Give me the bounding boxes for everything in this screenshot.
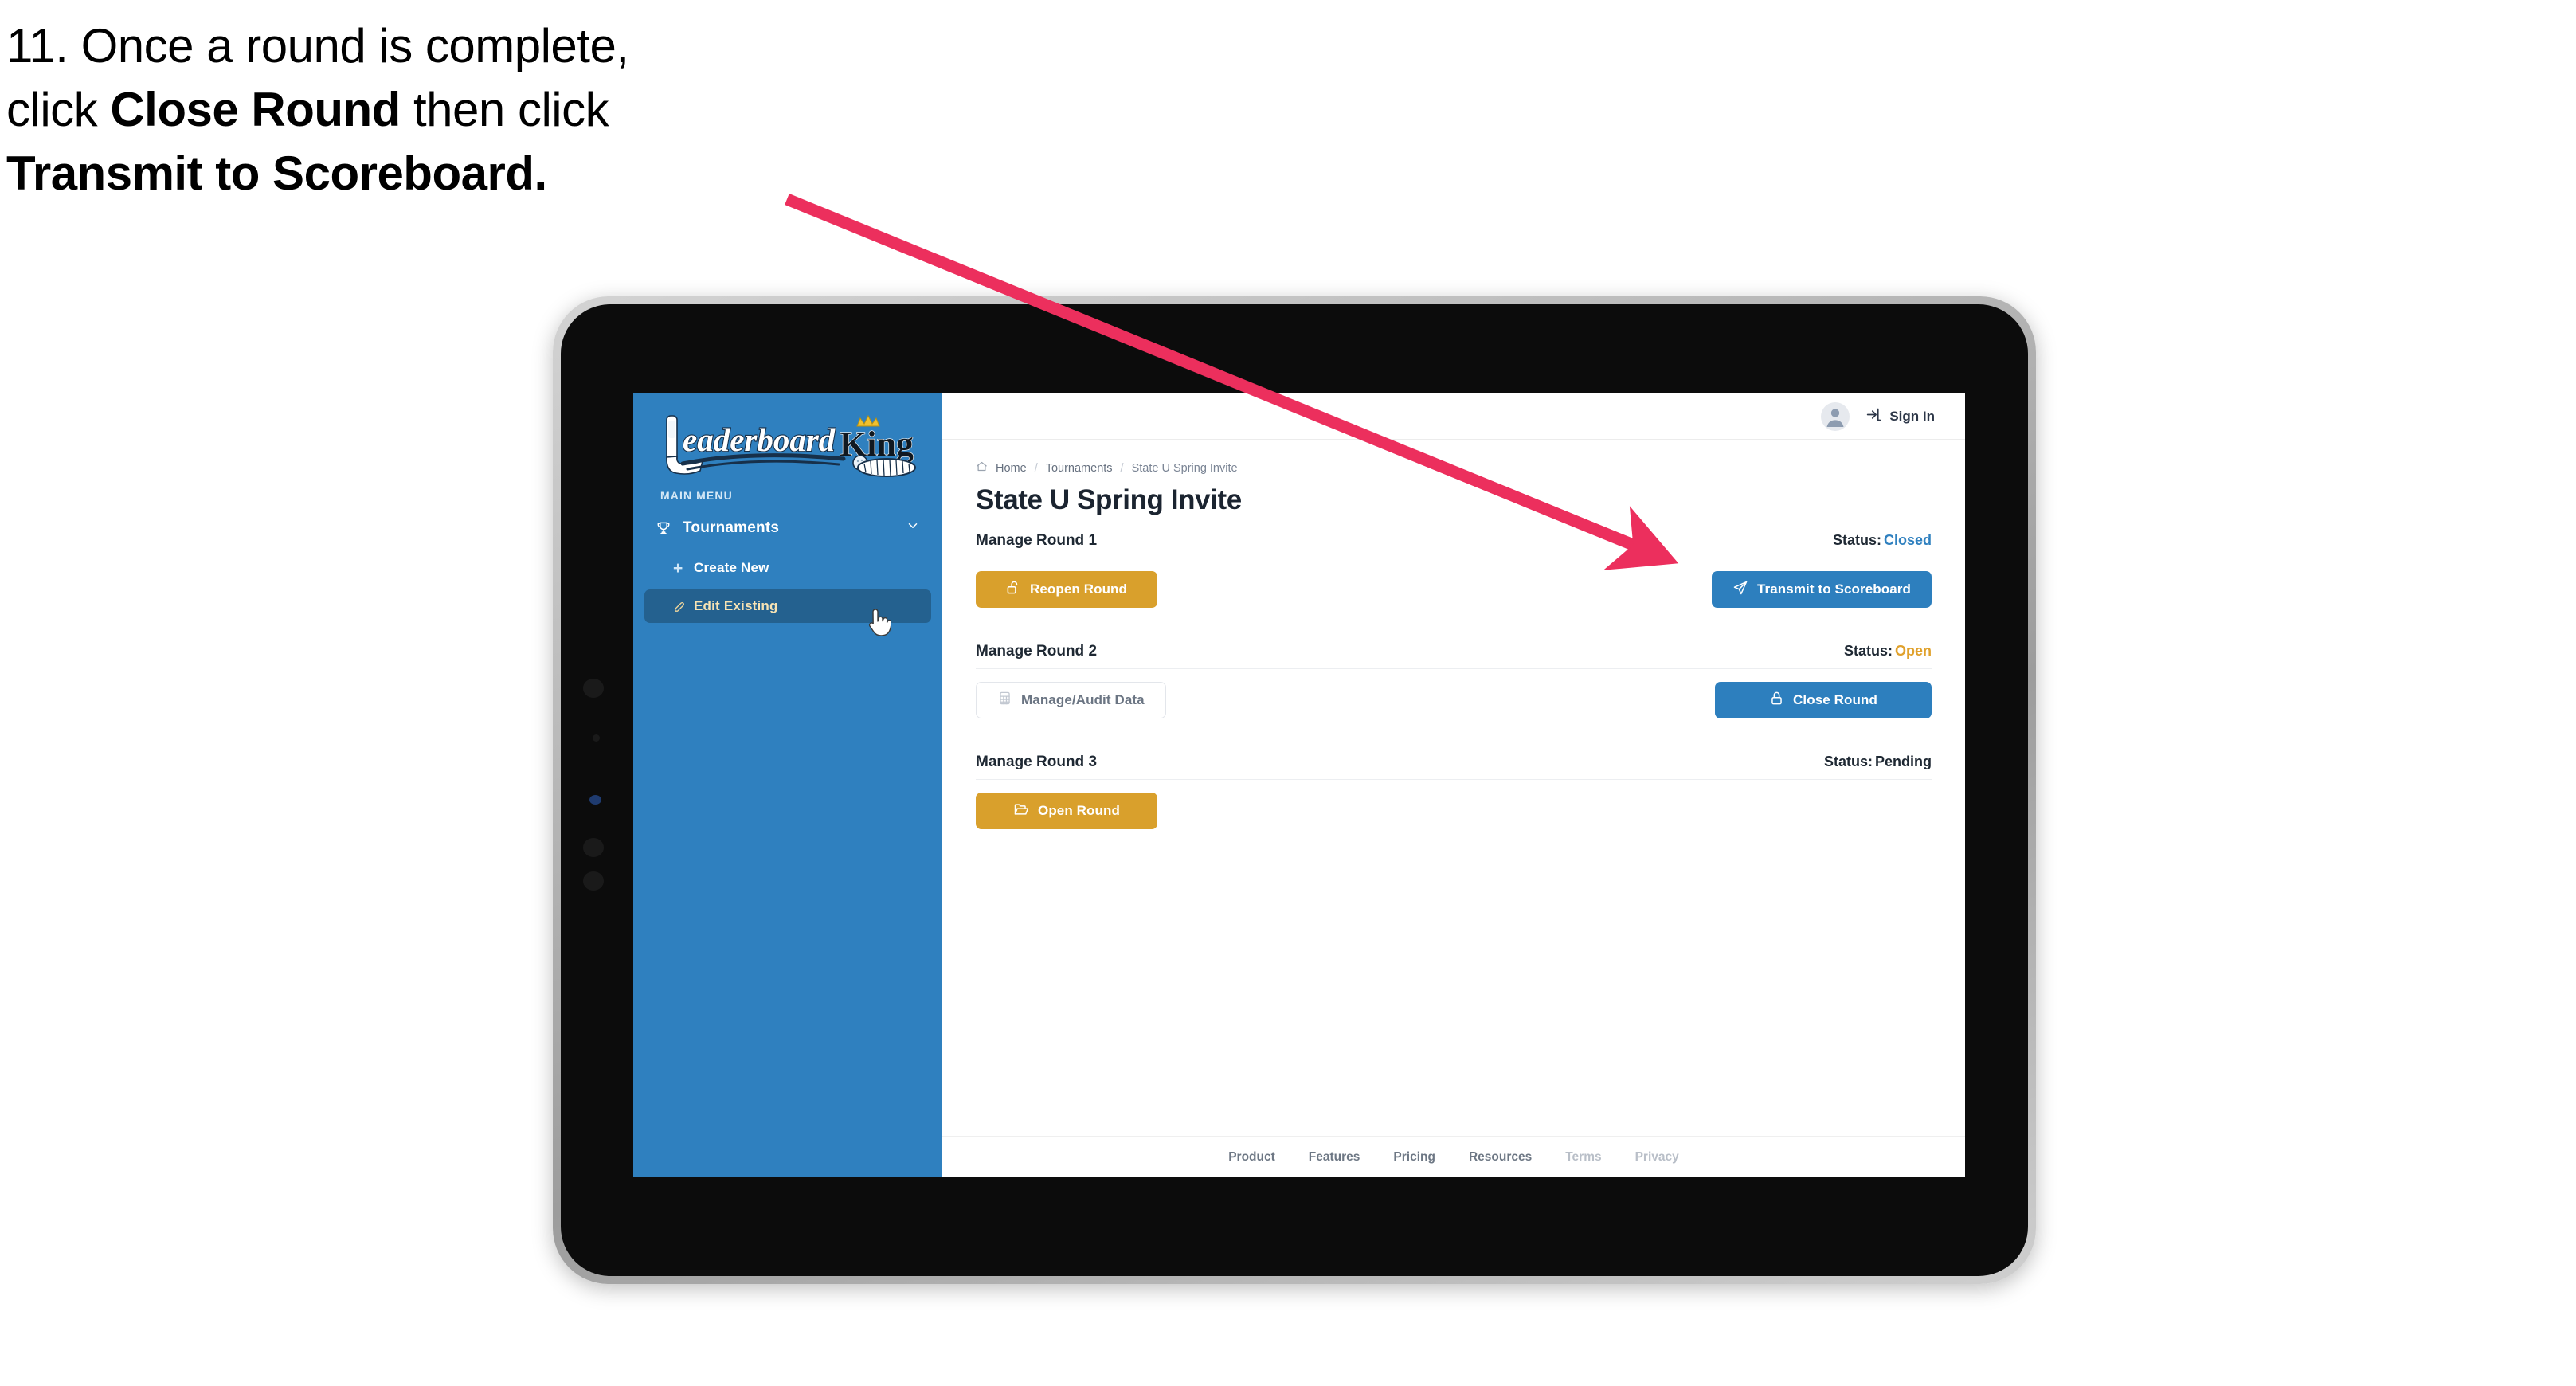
round-1-header: Manage Round 1 Status: Closed	[976, 532, 1932, 558]
open-folder-icon	[1013, 801, 1029, 821]
avatar-glyph	[1826, 408, 1844, 427]
app-topbar: Sign In	[942, 393, 1965, 440]
round-3-actions: Open Round	[976, 780, 1932, 856]
app-footer: Product Features Pricing Resources Terms…	[942, 1136, 1965, 1177]
footer-link-privacy[interactable]: Privacy	[1635, 1150, 1679, 1165]
lock-icon	[1769, 691, 1784, 710]
breadcrumb-separator-2: /	[1120, 461, 1124, 475]
home-icon[interactable]	[976, 460, 988, 476]
breadcrumb-item-home[interactable]: Home	[996, 462, 1027, 475]
footer-link-resources[interactable]: Resources	[1469, 1150, 1532, 1165]
close-round-button[interactable]: Close Round	[1715, 682, 1932, 718]
logo-text-leaderboard: eaderboard	[683, 421, 836, 458]
sidebar-section-label: MAIN MENU	[660, 489, 733, 502]
caption-line-3: Transmit to Scoreboard.	[6, 142, 851, 206]
sign-in-arrow-icon	[1865, 406, 1882, 427]
trophy-icon	[656, 520, 678, 536]
bezel-sensor-1	[583, 679, 604, 698]
app-content: Sign In Home / Tournaments / State U Spr…	[942, 393, 1965, 1177]
caption-line-1: 11. Once a round is complete,	[6, 19, 629, 72]
sidebar-item-create-new-label: Create New	[694, 560, 769, 575]
bezel-led-indicator	[589, 795, 601, 805]
reopen-round-label: Reopen Round	[1029, 581, 1128, 597]
round-1-status: Status: Closed	[1833, 532, 1932, 549]
round-2-status: Status: Open	[1844, 643, 1932, 660]
round-1-status-label: Status:	[1832, 532, 1881, 548]
round-1-status-value: Closed	[1883, 532, 1932, 548]
footer-link-terms[interactable]: Terms	[1565, 1150, 1601, 1165]
paper-plane-icon	[1732, 580, 1748, 600]
crown-icon	[856, 414, 880, 427]
round-block-3: Manage Round 3 Status: Pending Open Roun…	[976, 754, 1932, 856]
breadcrumb-item-tournaments[interactable]: Tournaments	[1046, 462, 1113, 475]
edit-pencil-icon	[673, 600, 694, 613]
round-block-2: Manage Round 2 Status: Open Manage/Audit…	[976, 643, 1932, 746]
footer-link-product[interactable]: Product	[1228, 1150, 1275, 1165]
sidebar-item-tournaments-label: Tournaments	[683, 519, 780, 536]
instruction-caption: 11. Once a round is complete, click Clos…	[6, 14, 851, 205]
transmit-to-scoreboard-label: Transmit to Scoreboard	[1756, 581, 1911, 597]
breadcrumb-separator-1: /	[1034, 461, 1038, 475]
breadcrumb: Home / Tournaments / State U Spring Invi…	[976, 460, 1932, 476]
tablet-screen: eaderboard King MAIN MENU Tournaments + …	[633, 393, 1965, 1177]
sign-in-label: Sign In	[1889, 408, 1935, 424]
sidebar-item-create-new[interactable]: + Create New	[644, 551, 931, 585]
user-avatar-icon[interactable]	[1821, 401, 1850, 431]
manage-audit-data-label: Manage/Audit Data	[1021, 692, 1145, 707]
open-round-label: Open Round	[1038, 803, 1120, 818]
round-2-actions: Manage/Audit Data Close Round	[976, 669, 1932, 746]
leaderboard-king-logo-graphic: eaderboard King	[666, 414, 916, 477]
round-3-status-value: Pending	[1875, 754, 1932, 769]
pointing-hand-cursor	[868, 609, 891, 636]
round-1-actions: Reopen Round Transmit to Scoreboard	[976, 558, 1932, 635]
round-3-status: Status: Pending	[1824, 754, 1932, 770]
footer-link-pricing[interactable]: Pricing	[1393, 1150, 1435, 1165]
caption-close-round-bold: Close Round	[110, 82, 401, 136]
sidebar-item-tournaments[interactable]: Tournaments	[644, 510, 931, 546]
logo-text-king: King	[840, 425, 914, 464]
round-3-name: Manage Round 3	[976, 754, 1098, 770]
round-2-name: Manage Round 2	[976, 643, 1098, 660]
caption-line2-pre: click	[6, 82, 111, 136]
page-body: Home / Tournaments / State U Spring Invi…	[942, 440, 1965, 1136]
round-3-header: Manage Round 3 Status: Pending	[976, 754, 1932, 780]
manage-audit-data-button[interactable]: Manage/Audit Data	[976, 682, 1166, 718]
round-2-header: Manage Round 2 Status: Open	[976, 643, 1932, 669]
round-2-status-value: Open	[1894, 643, 1932, 659]
unlock-icon	[1006, 580, 1021, 599]
transmit-to-scoreboard-button[interactable]: Transmit to Scoreboard	[1711, 571, 1932, 608]
round-1-name: Manage Round 1	[976, 532, 1098, 549]
open-round-button[interactable]: Open Round	[976, 793, 1157, 829]
caption-line-2: click Close Round then click	[6, 78, 851, 142]
caption-transmit-bold: Transmit to Scoreboard.	[6, 146, 547, 200]
close-round-label: Close Round	[1793, 692, 1877, 707]
reopen-round-button[interactable]: Reopen Round	[976, 571, 1157, 608]
screenshot-root: 11. Once a round is complete, click Clos…	[0, 0, 2576, 1386]
round-2-status-label: Status:	[1843, 643, 1893, 659]
page-title: State U Spring Invite	[976, 484, 1242, 515]
caption-line2-post: then click	[400, 82, 609, 136]
plus-icon: +	[673, 558, 683, 578]
bezel-sensor-4	[583, 871, 604, 891]
app-sidebar: eaderboard King MAIN MENU Tournaments + …	[633, 393, 942, 1177]
sign-in-button[interactable]: Sign In	[1865, 406, 1935, 427]
breadcrumb-item-current: State U Spring Invite	[1131, 461, 1238, 475]
table-grid-icon	[997, 691, 1012, 710]
footer-link-features[interactable]: Features	[1309, 1150, 1360, 1165]
bezel-sensor-2	[593, 734, 600, 742]
brand-logo[interactable]: eaderboard King	[633, 393, 942, 483]
chevron-down-icon[interactable]	[906, 519, 920, 538]
bezel-sensor-3	[583, 838, 604, 857]
round-3-status-label: Status:	[1823, 754, 1873, 769]
round-block-1: Manage Round 1 Status: Closed Reopen Rou…	[976, 532, 1932, 635]
sidebar-item-edit-existing-label: Edit Existing	[694, 598, 778, 613]
